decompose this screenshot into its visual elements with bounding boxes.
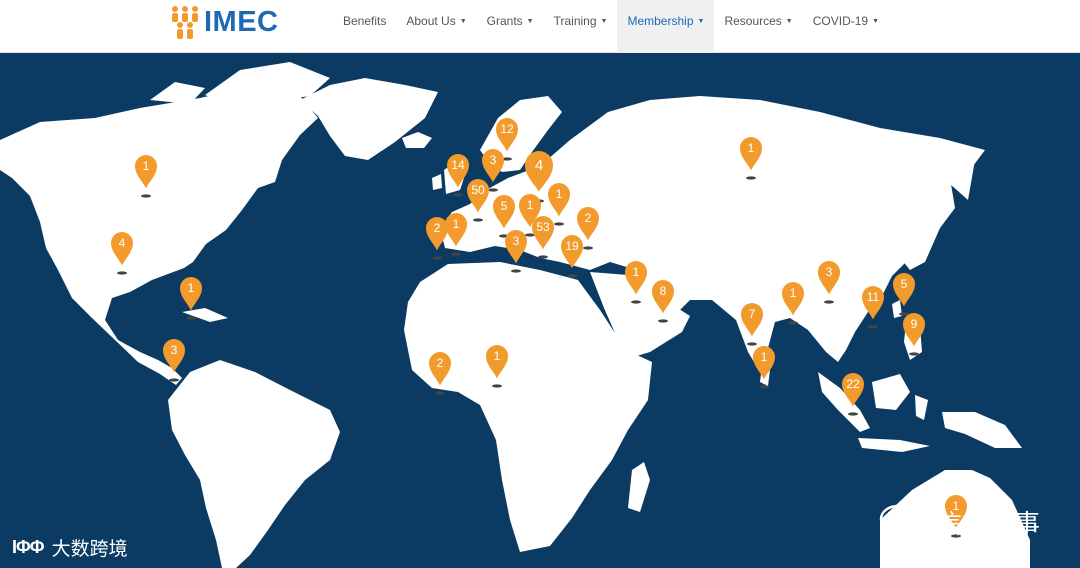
pin-shadow — [451, 252, 461, 256]
pin-shadow — [492, 384, 502, 388]
pin-shadow — [141, 194, 151, 198]
pin-count-label: 4 — [535, 157, 543, 174]
pin-count-label: 1 — [761, 350, 768, 364]
pin-count-label: 1 — [556, 187, 563, 201]
pin-count-label: 2 — [437, 356, 444, 370]
pin-count-label: 1 — [188, 281, 195, 295]
people-logo-icon — [172, 6, 198, 39]
pin-shadow — [473, 218, 483, 222]
nav-covid-19[interactable]: COVID-19 ▼ — [803, 0, 889, 41]
pin-count-label: 1 — [633, 265, 640, 279]
pin-count-label: 1 — [748, 141, 755, 155]
caret-down-icon: ▼ — [697, 18, 705, 25]
nav-label: Grants — [486, 13, 523, 28]
pin-shadow — [186, 316, 196, 320]
pin-count-label: 4 — [119, 236, 126, 250]
pin-shadow — [658, 319, 668, 323]
pin-count-label: 5 — [501, 199, 508, 213]
nav-label: About Us — [406, 13, 456, 28]
pin-count-label: 3 — [171, 343, 178, 357]
nav-label: Benefits — [343, 13, 387, 28]
pin-count-label: 11 — [867, 290, 880, 304]
nav-label: COVID-19 — [812, 13, 869, 28]
nav-benefits[interactable]: Benefits — [333, 0, 396, 41]
pin-shadow — [899, 312, 909, 316]
pin-count-label: 3 — [826, 265, 833, 279]
pin-shadow — [631, 300, 641, 304]
pin-count-label: 3 — [490, 153, 497, 167]
main-nav: Benefits About Us ▼ Grants ▼ Training ▼ Mem… — [333, 0, 889, 53]
wechat-icon — [879, 504, 928, 540]
pin-shadow — [848, 412, 858, 416]
pin-shadow — [538, 255, 548, 259]
pin-shadow — [868, 325, 878, 329]
pin-shadow — [117, 271, 127, 275]
pin-count-label: 19 — [565, 239, 579, 253]
pin-count-label: 53 — [536, 220, 550, 234]
pin-count-label: 5 — [901, 277, 908, 291]
pin-shadow — [909, 352, 919, 356]
pin-shadow — [567, 274, 577, 278]
pin-count-label: 50 — [471, 183, 485, 197]
nav-about-us[interactable]: About Us ▼ — [396, 0, 476, 41]
pin-count-label: 1 — [143, 159, 150, 173]
pin-count-label: 22 — [846, 377, 860, 391]
nav-resources[interactable]: Resources ▼ — [714, 0, 802, 41]
watermark-right: 信德海事 — [878, 502, 1040, 542]
nav-label: Training — [553, 13, 597, 28]
pin-shadow — [525, 233, 535, 237]
pin-count-label: 14 — [451, 158, 465, 172]
pin-shadow — [759, 385, 769, 389]
pin-shadow — [554, 222, 564, 226]
pin-shadow — [746, 176, 756, 180]
pin-count-label: 1 — [453, 217, 460, 231]
pin-count-label: 1 — [527, 198, 534, 212]
world-map-svg: 12141314 4505 112 1 2533 191318 13571192 1 1221 — [0, 53, 1080, 568]
pin-count-label: 9 — [911, 317, 918, 331]
caret-down-icon: ▼ — [600, 18, 608, 25]
pin-shadow — [169, 378, 179, 382]
pin-shadow — [435, 391, 445, 395]
caret-down-icon: ▼ — [785, 18, 793, 25]
pin-count-label: 3 — [513, 234, 520, 248]
pin-shadow — [583, 246, 593, 250]
pin-shadow — [488, 188, 498, 192]
pin-shadow — [453, 193, 463, 197]
top-navbar: IMEC Benefits About Us ▼ Grants ▼ Training… — [0, 0, 1080, 53]
world-map: 12 1 4 1 3 14 4 50 5 1 1 2 1 2 53 3 19 1 3 1 8 1 3 5 7 11 9 2 1 1 22 1 — [0, 53, 1080, 568]
pin-count-label: 7 — [749, 307, 756, 321]
watermark-left-text: 大数跨境 — [51, 538, 128, 560]
pin-count-label: 12 — [500, 122, 514, 136]
pin-shadow — [824, 300, 834, 304]
pin-count-label: 1 — [494, 349, 501, 363]
watermark-logo: IΦΦ — [12, 537, 45, 557]
nav-training[interactable]: Training ▼ — [544, 0, 618, 41]
pin-count-label: 2 — [434, 221, 441, 235]
nav-label: Resources — [724, 13, 782, 28]
pin-shadow — [788, 321, 798, 325]
pin-shadow — [511, 269, 521, 273]
pin-count-label: 1 — [790, 286, 797, 300]
watermark-right-text: 信德海事 — [936, 509, 1041, 540]
logo-text: IMEC — [204, 5, 279, 38]
pin-count-label: 8 — [660, 284, 667, 298]
caret-down-icon: ▼ — [526, 18, 534, 25]
caret-down-icon: ▼ — [459, 18, 467, 25]
pin-shadow — [432, 256, 442, 260]
watermark-left: IΦΦ 大数跨境 — [12, 534, 128, 561]
pin-shadow — [747, 342, 757, 346]
nav-label: Membership — [627, 13, 694, 28]
nav-membership[interactable]: Membership ▼ — [617, 0, 715, 53]
pin-count-label: 2 — [585, 211, 592, 225]
nav-grants[interactable]: Grants ▼ — [477, 0, 544, 41]
caret-down-icon: ▼ — [872, 18, 880, 25]
imec-logo[interactable]: IMEC — [170, 4, 279, 40]
